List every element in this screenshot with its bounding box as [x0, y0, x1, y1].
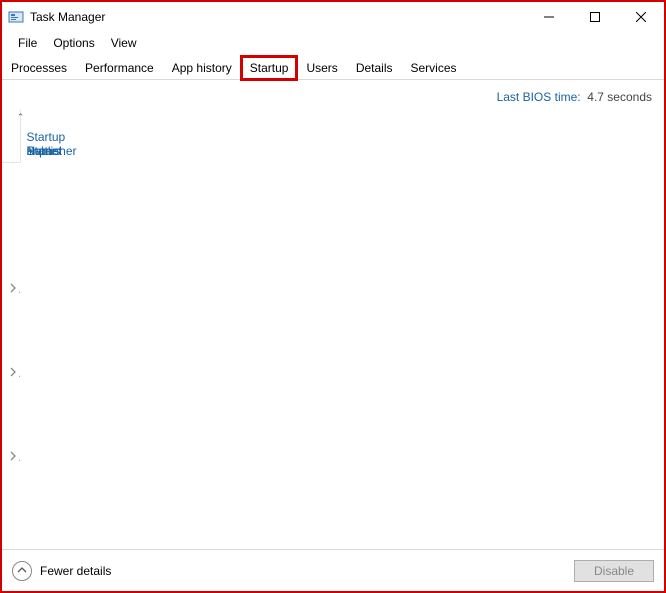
table-row[interactable]: Adobe Acrobat SpeedLaunc...Adobe Systems… [2, 247, 20, 275]
startup-table: ⌃ Name Publisher Status Startup impact µ… [2, 110, 664, 549]
table-row[interactable]: DropboxDropbox, Inc.EnabledHigh [2, 359, 20, 387]
table-row[interactable]: Radeon Settings: Host Appli...Advanced M… [2, 499, 20, 523]
fewer-details-button[interactable]: Fewer details [12, 561, 111, 581]
table-row[interactable]: GrooveMonitor UtilityMicrosoft Corporati… [2, 415, 20, 443]
table-body[interactable]: µTorrentBitTorrent, Inc.EnabledHighABBYY… [2, 163, 20, 523]
table-row[interactable]: FMAPP ApplicationEnabledLow [2, 387, 20, 415]
content-pane: Last BIOS time: 4.7 seconds ⌃ Name P [2, 80, 664, 549]
close-button[interactable] [618, 2, 664, 32]
bios-time: Last BIOS time: 4.7 seconds [2, 80, 664, 110]
chevron-right-icon [8, 451, 18, 461]
disable-button[interactable]: Disable [574, 560, 654, 582]
minimize-button[interactable] [526, 2, 572, 32]
table-row[interactable]: µTorrentBitTorrent, Inc.EnabledHigh [2, 163, 20, 191]
tab-app-history[interactable]: App history [163, 56, 241, 79]
tab-details[interactable]: Details [347, 56, 402, 79]
expand-cell [2, 387, 20, 415]
expand-cell [2, 499, 20, 523]
menu-file[interactable]: File [10, 34, 45, 52]
expand-cell[interactable] [2, 275, 20, 303]
sort-ascending-icon: ⌃ [17, 112, 25, 123]
table-row[interactable]: Internet Download Manager...Tonec Inc.En… [2, 443, 20, 471]
table-row[interactable]: Microsoft OneDriveMicrosoft CorporationE… [2, 471, 20, 499]
fewer-details-label: Fewer details [40, 564, 111, 578]
bios-time-label: Last BIOS time: [497, 90, 581, 104]
table-row[interactable]: ABBYY ScreenshotReaderABBYY.EnabledHigh [2, 191, 20, 219]
expand-cell [2, 471, 20, 499]
expand-cell [2, 219, 20, 247]
tab-bar: Processes Performance App history Startu… [2, 56, 664, 80]
expand-cell [2, 247, 20, 275]
menu-view[interactable]: View [103, 34, 145, 52]
expand-cell [2, 415, 20, 443]
maximize-button[interactable] [572, 2, 618, 32]
expand-cell [2, 331, 20, 359]
menu-options[interactable]: Options [45, 34, 102, 52]
expand-cell [2, 303, 20, 331]
tab-services[interactable]: Services [402, 56, 466, 79]
chevron-up-icon [12, 561, 32, 581]
table-row[interactable]: Conexant High Definition A...Conexant Sy… [2, 303, 20, 331]
expand-cell [2, 163, 20, 191]
tab-performance[interactable]: Performance [76, 56, 163, 79]
table-row[interactable]: AAutodesk Desktop AppAutodesk, Inc.Enabl… [2, 275, 20, 303]
expand-cell[interactable] [2, 443, 20, 471]
expand-cell[interactable] [2, 359, 20, 387]
menubar: File Options View [2, 32, 664, 56]
chevron-right-icon [8, 367, 18, 377]
bios-time-value: 4.7 seconds [587, 90, 652, 104]
table-row[interactable]: AcroTrayAdobe Systems Inc.EnabledLow [2, 219, 20, 247]
window-title: Task Manager [30, 10, 105, 24]
chevron-right-icon [8, 283, 18, 293]
table-row[interactable]: coresysEnabledNot measured [2, 331, 20, 359]
app-icon [8, 9, 24, 25]
tab-startup[interactable]: Startup [241, 56, 298, 80]
expand-cell [2, 191, 20, 219]
tab-users[interactable]: Users [297, 56, 346, 79]
window-controls [526, 2, 664, 32]
footer: Fewer details Disable [2, 549, 664, 591]
task-manager-window: Task Manager File Options View Processes… [0, 0, 666, 593]
titlebar[interactable]: Task Manager [2, 2, 664, 32]
tab-processes[interactable]: Processes [2, 56, 76, 79]
